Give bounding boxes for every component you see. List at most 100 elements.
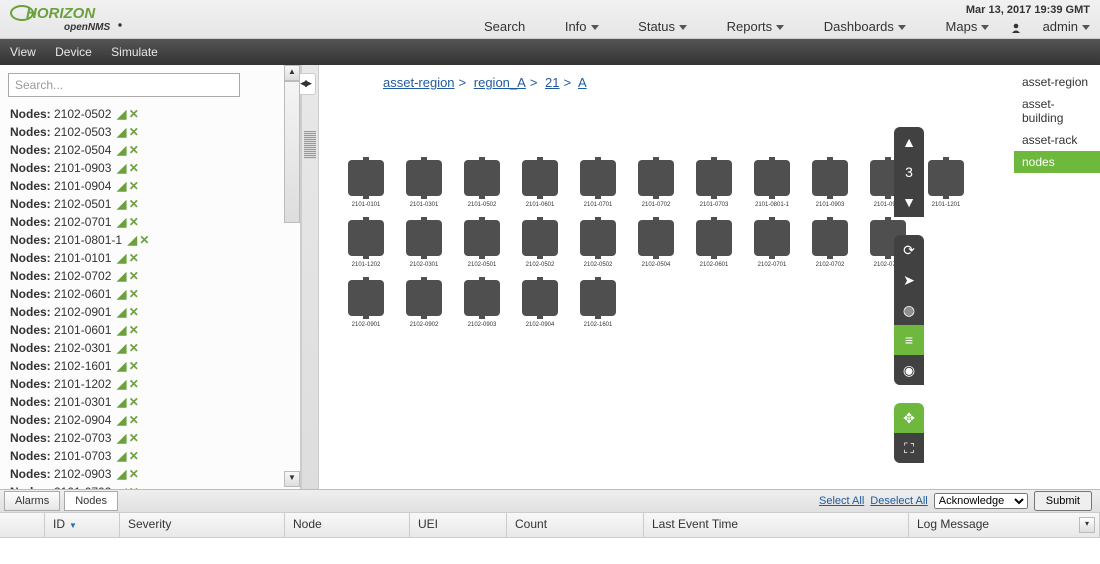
- list-item[interactable]: Nodes: 2102-0904 ◢✕: [0, 411, 300, 429]
- col-last-event[interactable]: Last Event Time: [644, 513, 909, 537]
- x-icon[interactable]: ✕: [129, 267, 139, 285]
- move-icon[interactable]: ✥: [894, 403, 924, 433]
- scroll-down-icon[interactable]: ▼: [284, 471, 300, 487]
- x-icon[interactable]: ✕: [129, 177, 139, 195]
- node-tile[interactable]: 2101-0301: [395, 160, 453, 208]
- node-tile[interactable]: 2101-0701: [569, 160, 627, 208]
- splitter-grip-icon[interactable]: [304, 131, 316, 159]
- x-icon[interactable]: ✕: [129, 375, 139, 393]
- x-icon[interactable]: ✕: [129, 249, 139, 267]
- x-icon[interactable]: ✕: [129, 393, 139, 411]
- node-tile[interactable]: 2102-1601: [569, 280, 627, 328]
- x-icon[interactable]: ✕: [129, 429, 139, 447]
- scroll-up-icon[interactable]: ▲: [284, 65, 300, 81]
- crumb-21[interactable]: 21: [545, 75, 559, 90]
- list-item[interactable]: Nodes: 2101-0601 ◢✕: [0, 321, 300, 339]
- left-scrollbar[interactable]: ▲ ▼: [284, 65, 300, 487]
- list-item[interactable]: Nodes: 2102-0701 ◢✕: [0, 213, 300, 231]
- list-item[interactable]: Nodes: 2102-0503 ◢✕: [0, 123, 300, 141]
- list-item[interactable]: Nodes: 2101-0101 ◢✕: [0, 249, 300, 267]
- submit-button[interactable]: Submit: [1034, 491, 1092, 511]
- list-item[interactable]: Nodes: 2101-0904 ◢✕: [0, 177, 300, 195]
- x-icon[interactable]: ✕: [129, 123, 139, 141]
- crumb-regiona[interactable]: region_A: [474, 75, 526, 90]
- list-item[interactable]: Nodes: 2102-0903 ◢✕: [0, 465, 300, 483]
- col-blank[interactable]: [0, 513, 45, 537]
- node-tile[interactable]: 2102-0501: [453, 220, 511, 268]
- tab-asset-region[interactable]: asset-region: [1014, 71, 1100, 93]
- tab-asset-rack[interactable]: asset-rack: [1014, 129, 1100, 151]
- x-icon[interactable]: ✕: [129, 357, 139, 375]
- x-icon[interactable]: ✕: [129, 303, 139, 321]
- search-input[interactable]: Search...: [8, 73, 240, 97]
- x-icon[interactable]: ✕: [129, 339, 139, 357]
- list-item[interactable]: Nodes: 2102-0703 ◢✕: [0, 429, 300, 447]
- nav-user[interactable]: admin: [1011, 19, 1090, 34]
- tab-alarms[interactable]: Alarms: [4, 491, 60, 511]
- nav-dashboards[interactable]: Dashboards: [806, 19, 906, 34]
- node-tile[interactable]: 2102-0701: [743, 220, 801, 268]
- col-severity[interactable]: Severity: [120, 513, 285, 537]
- x-icon[interactable]: ✕: [129, 213, 139, 231]
- node-tile[interactable]: 2102-0301: [395, 220, 453, 268]
- node-tile[interactable]: 2102-0601: [685, 220, 743, 268]
- node-tile[interactable]: 2101-0702: [627, 160, 685, 208]
- nav-status[interactable]: Status: [620, 19, 687, 34]
- eye-icon[interactable]: ◉: [894, 355, 924, 385]
- globe-icon[interactable]: ◍: [894, 295, 924, 325]
- node-tile[interactable]: 2101-0601: [511, 160, 569, 208]
- x-icon[interactable]: ✕: [129, 195, 139, 213]
- x-icon[interactable]: ✕: [129, 159, 139, 177]
- col-uei[interactable]: UEI: [410, 513, 507, 537]
- list-item[interactable]: Nodes: 2102-0301 ◢✕: [0, 339, 300, 357]
- tab-asset-building[interactable]: asset-building: [1014, 93, 1100, 129]
- list-item[interactable]: Nodes: 2101-0903 ◢✕: [0, 159, 300, 177]
- list-item[interactable]: Nodes: 2101-0301 ◢✕: [0, 393, 300, 411]
- x-icon[interactable]: ✕: [129, 465, 139, 483]
- chevron-up-icon[interactable]: ▲: [894, 127, 924, 157]
- nav-info[interactable]: Info: [547, 19, 599, 34]
- crumb-region[interactable]: asset-region: [383, 75, 455, 90]
- node-tile[interactable]: 2102-0902: [395, 280, 453, 328]
- x-icon[interactable]: ✕: [129, 285, 139, 303]
- node-tile[interactable]: 2101-1201: [917, 160, 975, 208]
- list-item[interactable]: Nodes: 2102-0502 ◢✕: [0, 105, 300, 123]
- chevron-down-icon[interactable]: ▼: [894, 187, 924, 217]
- node-tile[interactable]: 2101-0101: [337, 160, 395, 208]
- col-node[interactable]: Node: [285, 513, 410, 537]
- list-item[interactable]: Nodes: 2102-1601 ◢✕: [0, 357, 300, 375]
- node-tile[interactable]: 2101-0903: [801, 160, 859, 208]
- refresh-icon[interactable]: ⟳: [894, 235, 924, 265]
- link-deselect-all[interactable]: Deselect All: [870, 495, 927, 507]
- node-tile[interactable]: 2101-0703: [685, 160, 743, 208]
- list-item[interactable]: Nodes: 2102-0501 ◢✕: [0, 195, 300, 213]
- list-item[interactable]: Nodes: 2102-0504 ◢✕: [0, 141, 300, 159]
- x-icon[interactable]: ✕: [129, 141, 139, 159]
- x-icon[interactable]: ✕: [129, 321, 139, 339]
- list-item[interactable]: Nodes: 2102-0601 ◢✕: [0, 285, 300, 303]
- vertical-scrollbar[interactable]: [996, 31, 1014, 431]
- tab-nodes-bottom[interactable]: Nodes: [64, 491, 118, 511]
- node-tile[interactable]: 2102-0904: [511, 280, 569, 328]
- node-tile[interactable]: 2102-0502: [569, 220, 627, 268]
- node-tile[interactable]: 2102-0903: [453, 280, 511, 328]
- x-icon[interactable]: ✕: [129, 105, 139, 123]
- col-log-message[interactable]: Log Message▾: [909, 513, 1100, 537]
- nav-reports[interactable]: Reports: [709, 19, 785, 34]
- x-icon[interactable]: ✕: [129, 447, 139, 465]
- splitter[interactable]: ◀▶: [301, 65, 319, 489]
- node-tile[interactable]: 2102-0901: [337, 280, 395, 328]
- tab-nodes[interactable]: nodes: [1014, 151, 1100, 173]
- node-tile[interactable]: 2101-0801-1: [743, 160, 801, 208]
- node-tile[interactable]: 2101-0502: [453, 160, 511, 208]
- list-icon[interactable]: ≡: [894, 325, 924, 355]
- node-tile[interactable]: 2102-0702: [801, 220, 859, 268]
- col-count[interactable]: Count: [507, 513, 644, 537]
- node-tile[interactable]: 2102-0504: [627, 220, 685, 268]
- scroll-thumb[interactable]: [284, 81, 300, 223]
- list-item[interactable]: Nodes: 2101-0703 ◢✕: [0, 447, 300, 465]
- x-icon[interactable]: ✕: [129, 411, 139, 429]
- node-tile[interactable]: 2102-0502: [511, 220, 569, 268]
- col-id[interactable]: ID: [45, 513, 120, 537]
- locate-icon[interactable]: ➤: [894, 265, 924, 295]
